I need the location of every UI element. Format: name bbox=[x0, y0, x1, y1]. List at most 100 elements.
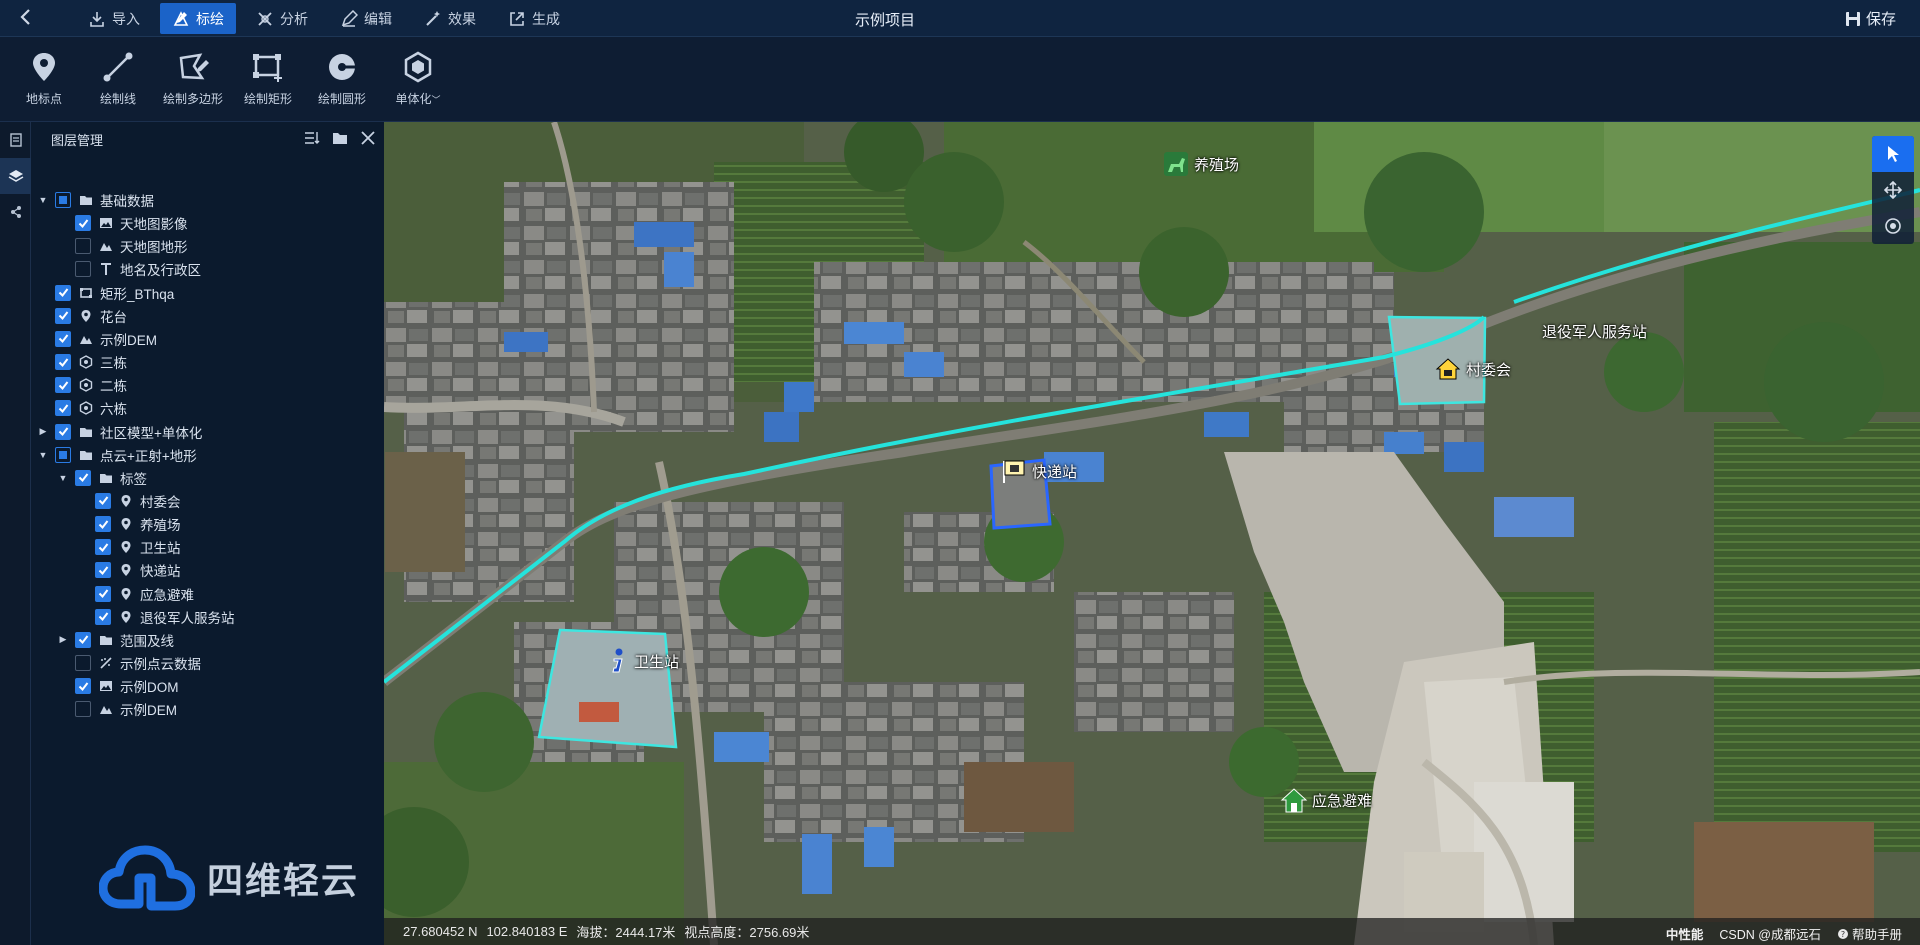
layer-label: 社区模型+单体化 bbox=[100, 425, 203, 441]
polygon-icon bbox=[179, 53, 209, 80]
folder-icon bbox=[79, 448, 93, 462]
terrain-icon bbox=[99, 702, 113, 716]
map-label-text: 快递站 bbox=[1032, 463, 1078, 481]
map-label-text: 退役军人服务站 bbox=[1542, 324, 1648, 341]
layer-panel: 图层管理 ▼ 基础数据 天地图影像 天地图地形 地名及行政区 矩形_BThqa 花台 示例DE… bbox=[31, 122, 384, 945]
tool-circle[interactable]: 绘制圆形 bbox=[302, 50, 382, 107]
rail-document-button[interactable] bbox=[0, 122, 31, 158]
layer-checkbox[interactable] bbox=[55, 330, 71, 347]
save-button[interactable]: 保存 bbox=[1845, 8, 1896, 29]
placemark-icon bbox=[119, 587, 133, 601]
pan-tool-button[interactable] bbox=[1872, 172, 1914, 208]
map-label-veteran-service[interactable]: 退役军人服务站 bbox=[1542, 321, 1647, 342]
image-icon bbox=[99, 216, 113, 230]
plot-toolbar: 地标点 绘制线 绘制多边形 绘制矩形 绘制圆形 单体化﹀ bbox=[0, 37, 1920, 122]
layer-checkbox[interactable] bbox=[75, 215, 91, 232]
map-label-village-committee[interactable]: 村委会 bbox=[1434, 355, 1511, 383]
placemark-icon bbox=[33, 53, 55, 81]
layer-label: 基础数据 bbox=[100, 194, 154, 209]
layer-label: 六栋 bbox=[100, 402, 127, 418]
map-navigation-tools bbox=[1872, 136, 1914, 244]
layer-label: 示例DOM bbox=[120, 680, 179, 696]
layer-checkbox[interactable] bbox=[55, 377, 71, 394]
tool-polyline[interactable]: 绘制线 bbox=[78, 50, 158, 107]
folder-icon bbox=[79, 425, 93, 439]
map-view[interactable]: 养殖场 村委会 退役军人服务站 快递站 卫生站 应急避难 bbox=[384, 122, 1920, 945]
close-icon[interactable] bbox=[360, 130, 376, 146]
panel-title: 图层管理 bbox=[51, 133, 104, 148]
project-title: 示例项目 bbox=[854, 12, 915, 29]
layer-label: 示例点云数据 bbox=[120, 657, 201, 672]
layer-row[interactable]: 示例DEM bbox=[57, 695, 177, 723]
layer-label: 卫生站 bbox=[140, 541, 181, 557]
layer-checkbox[interactable] bbox=[55, 400, 71, 417]
layer-checkbox[interactable] bbox=[75, 701, 91, 718]
placemark-icon bbox=[119, 494, 133, 508]
tool-placemark[interactable]: 地标点 bbox=[4, 50, 84, 107]
caret-down-icon[interactable]: ▼ bbox=[37, 195, 49, 205]
layer-checkbox[interactable] bbox=[75, 238, 91, 255]
layer-label: 退役军人服务站 bbox=[140, 610, 235, 626]
map-label-text: 村委会 bbox=[1466, 361, 1512, 379]
layer-checkbox[interactable] bbox=[95, 492, 111, 509]
layer-checkbox[interactable] bbox=[75, 655, 91, 671]
rectangle-icon bbox=[79, 286, 93, 300]
layer-label: 示例DEM bbox=[120, 703, 177, 719]
layer-checkbox[interactable] bbox=[75, 261, 91, 278]
caret-right-icon[interactable]: ▶ bbox=[37, 426, 49, 437]
layer-label: 二栋 bbox=[100, 379, 127, 395]
map-label-shelter[interactable]: 应急避难 bbox=[1280, 786, 1372, 814]
select-tool-button[interactable] bbox=[1872, 136, 1914, 172]
circle-icon bbox=[329, 54, 355, 80]
tool-label: 绘制线 bbox=[99, 92, 136, 106]
latitude-readout: 27.680452 N bbox=[403, 924, 478, 939]
layer-panel-header: 图层管理 bbox=[31, 122, 384, 157]
hexagon-icon bbox=[79, 355, 93, 369]
caret-down-icon[interactable]: ▼ bbox=[57, 473, 69, 483]
folder-add-icon[interactable] bbox=[332, 130, 348, 146]
layer-checkbox[interactable] bbox=[55, 446, 71, 463]
tool-polygon[interactable]: 绘制多边形 bbox=[153, 50, 233, 107]
help-link[interactable]: ? 帮助手册 bbox=[1837, 924, 1902, 943]
layer-label: 地名及行政区 bbox=[120, 263, 201, 279]
layer-label: 范围及线 bbox=[120, 633, 174, 649]
layer-checkbox[interactable] bbox=[95, 516, 111, 533]
layer-checkbox[interactable] bbox=[55, 192, 71, 208]
caret-down-icon[interactable]: ▼ bbox=[37, 450, 49, 460]
layer-checkbox[interactable] bbox=[55, 354, 71, 371]
layer-label: 矩形_BThqa bbox=[100, 286, 175, 302]
rail-share-button[interactable] bbox=[0, 194, 31, 230]
layer-checkbox[interactable] bbox=[95, 608, 111, 625]
layer-checkbox[interactable] bbox=[95, 562, 111, 579]
layer-checkbox[interactable] bbox=[95, 539, 111, 556]
map-label-farm[interactable]: 养殖场 bbox=[1162, 150, 1239, 178]
sort-icon[interactable] bbox=[304, 130, 320, 146]
layer-checkbox[interactable] bbox=[55, 284, 71, 301]
tool-label: 绘制多边形 bbox=[162, 92, 223, 106]
layer-checkbox[interactable] bbox=[75, 469, 91, 486]
help-label: 帮助手册 bbox=[1851, 928, 1902, 942]
altitude-readout: 海拔：2444.17米 bbox=[576, 925, 676, 940]
layer-checkbox[interactable] bbox=[95, 585, 111, 602]
pointer-icon bbox=[1888, 146, 1899, 162]
terrain-icon bbox=[99, 239, 113, 253]
orbit-tool-button[interactable] bbox=[1872, 208, 1914, 244]
hexagon-icon bbox=[79, 378, 93, 392]
terrain-icon bbox=[79, 332, 93, 346]
tool-hexagon[interactable]: 单体化﹀ bbox=[378, 50, 458, 107]
caret-right-icon[interactable]: ▶ bbox=[57, 634, 69, 645]
tool-rectangle[interactable]: 绘制矩形 bbox=[228, 50, 308, 107]
layer-checkbox[interactable] bbox=[55, 423, 71, 440]
orbit-icon bbox=[1885, 218, 1901, 234]
layer-checkbox[interactable] bbox=[75, 678, 91, 695]
layer-label: 示例DEM bbox=[100, 332, 157, 348]
map-label-courier[interactable]: 快递站 bbox=[1000, 457, 1077, 485]
rail-layers-button[interactable] bbox=[0, 158, 31, 194]
hexagon-icon bbox=[404, 51, 432, 83]
layer-checkbox[interactable] bbox=[75, 631, 91, 648]
placemark-icon bbox=[119, 517, 133, 531]
performance-toggle[interactable]: 中性能 bbox=[1666, 924, 1704, 943]
text-icon bbox=[99, 262, 113, 276]
map-label-health-station[interactable]: 卫生站 bbox=[606, 647, 679, 675]
layer-checkbox[interactable] bbox=[55, 307, 71, 324]
